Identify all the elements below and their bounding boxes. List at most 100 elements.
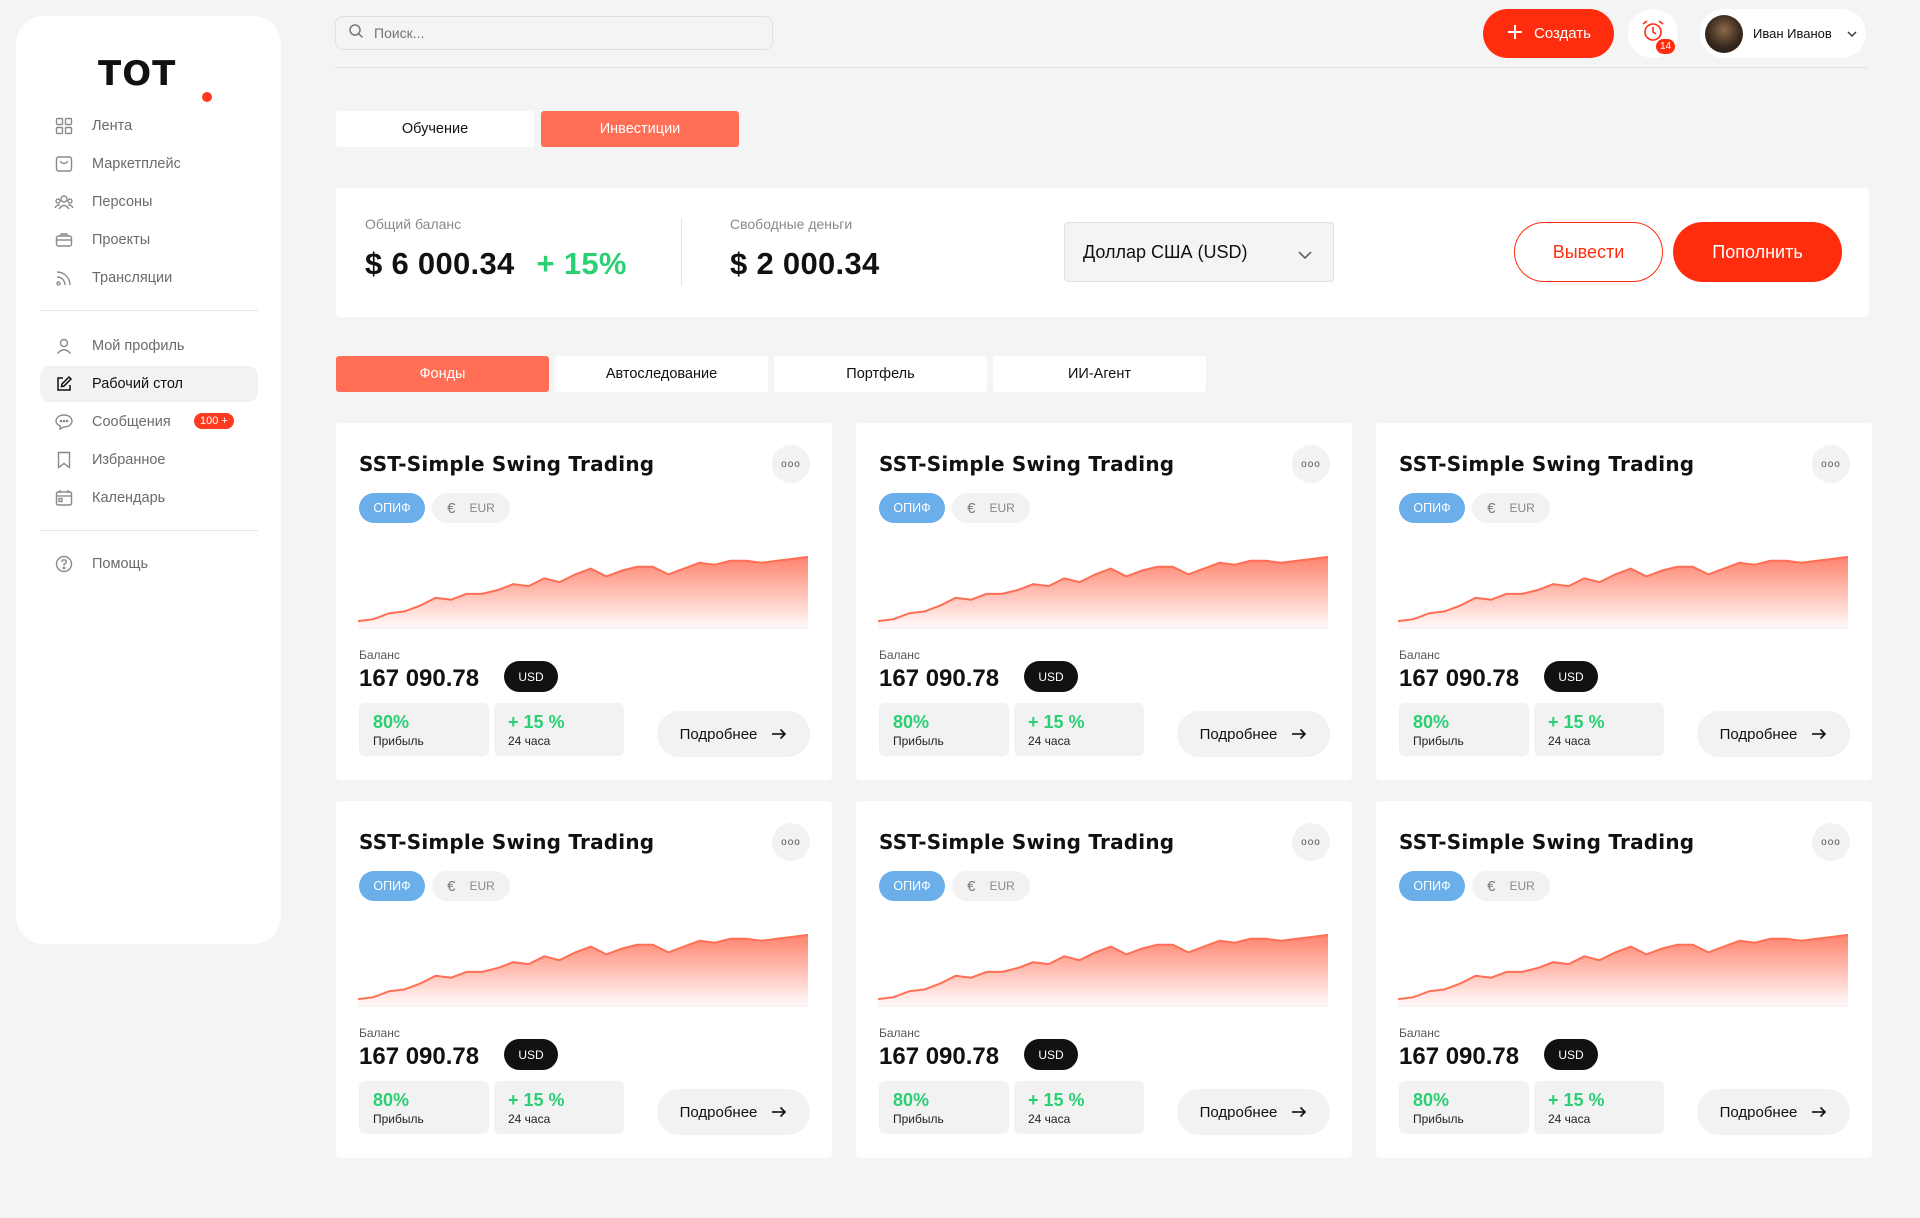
tab-funds[interactable]: Фонды [336,356,549,392]
search-input[interactable] [372,24,756,42]
change-label: 24 часа [1548,1112,1591,1126]
fund-balance-label: Баланс [1399,648,1440,662]
search-box[interactable] [335,16,773,50]
details-button[interactable]: Подробнее [657,1089,810,1135]
change-label: 24 часа [1548,734,1591,748]
fund-title: SST-Simple Swing Trading [1399,452,1695,476]
fund-card[interactable]: SST-Simple Swing Trading ooo ОПИФ € EUR Б… [336,423,832,780]
fund-card[interactable]: SST-Simple Swing Trading ooo ОПИФ € EUR Б… [1376,801,1872,1158]
withdraw-button[interactable]: Вывести [1514,222,1663,282]
sidebar-item-label: Маркетплейс [92,156,181,172]
details-button[interactable]: Подробнее [1697,1089,1850,1135]
more-options-button[interactable]: ooo [1292,823,1330,861]
more-options-button[interactable]: ooo [772,445,810,483]
tab-investments[interactable]: Инвестиции [541,111,739,147]
create-button[interactable]: Создать [1483,9,1614,58]
sidebar-item-feed[interactable]: Лента [40,108,258,144]
more-options-button[interactable]: ooo [772,823,810,861]
fund-currency-badge: USD [504,1039,558,1070]
details-label: Подробнее [679,1103,758,1121]
change-value: + 15 % [1028,1090,1085,1110]
change-stat: + 15 % 24 часа [1534,1081,1664,1134]
currency-tag-label: EUR [469,501,495,515]
plus-icon [1506,22,1524,46]
fund-card[interactable]: SST-Simple Swing Trading ooo ОПИФ € EUR Б… [856,423,1352,780]
chevron-down-icon [1846,25,1858,43]
change-stat: + 15 % 24 часа [1534,703,1664,756]
more-options-button[interactable]: ooo [1812,823,1850,861]
invest-tabs: Фонды Автоследование Портфель ИИ-Агент [336,356,1206,392]
details-button[interactable]: Подробнее [1177,1089,1330,1135]
sidebar-item-marketplace[interactable]: Маркетплейс [40,146,258,182]
balance-divider [681,218,682,286]
details-button[interactable]: Подробнее [1697,711,1850,757]
chevron-down-icon [1297,244,1313,265]
fund-currency-badge: USD [1024,661,1078,692]
tab-portfolio[interactable]: Портфель [774,356,987,392]
more-options-button[interactable]: ooo [1812,445,1850,483]
fund-card[interactable]: SST-Simple Swing Trading ooo ОПИФ € EUR Б… [336,801,832,1158]
change-value: + 15 % [1548,712,1605,732]
broadcast-icon [54,268,74,288]
desk-icon [54,374,74,394]
sidebar-item-label: Проекты [92,232,151,248]
profit-value: 80% [1413,712,1450,732]
sidebar-item-help[interactable]: Помощь [40,546,258,582]
sidebar-item-label: Избранное [92,452,166,468]
sidebar-item-favorites[interactable]: Избранное [40,442,258,478]
currency-select[interactable]: Доллар США (USD) [1064,222,1334,282]
fund-card[interactable]: SST-Simple Swing Trading ooo ОПИФ € EUR Б… [856,801,1352,1158]
chart-area [878,934,1328,1007]
details-button[interactable]: Подробнее [1177,711,1330,757]
nav-tertiary: Помощь [40,546,258,584]
arrow-right-icon [1291,728,1307,740]
logo-dot [202,92,212,102]
sidebar-item-personas[interactable]: Персоны [40,184,258,220]
deposit-button[interactable]: Пополнить [1673,222,1842,282]
fund-balance-label: Баланс [359,1026,400,1040]
more-dots-icon: ooo [781,458,801,470]
chart-area [358,934,808,1007]
fund-chart [1398,555,1848,629]
notifications-button[interactable]: 14 [1628,9,1678,58]
euro-icon: € [967,877,976,895]
fund-balance-label: Баланс [879,1026,920,1040]
more-dots-icon: ooo [1301,458,1321,470]
fund-chart [878,555,1328,629]
fund-balance: 167 090.78 [879,1043,1000,1070]
sidebar-item-desktop[interactable]: Рабочий стол [40,366,258,402]
section-tabs: Обучение Инвестиции [336,111,739,147]
sidebar-item-profile[interactable]: Мой профиль [40,328,258,364]
more-options-button[interactable]: ooo [1292,445,1330,483]
balance-card: Общий баланс $ 6 000.34 + 15% Свободные д… [336,188,1869,317]
tab-ai-agent[interactable]: ИИ-Агент [993,356,1206,392]
notifications-badge: 14 [1656,39,1676,54]
total-balance-value: $ 6 000.34 + 15% [365,246,627,282]
tab-learning[interactable]: Обучение [336,111,534,147]
user-menu[interactable]: Иван Иванов [1700,9,1866,58]
profit-stat: 80% Прибыль [1399,1081,1529,1134]
chart-area [358,556,808,629]
currency-tag: € EUR [1472,493,1550,523]
sidebar-item-calendar[interactable]: Календарь [40,480,258,516]
fund-balance: 167 090.78 [1399,665,1520,692]
euro-icon: € [1487,499,1496,517]
total-balance-label: Общий баланс [365,216,462,232]
nav-primary: Лента Маркетплейс Персоны Проекты Трансл… [40,108,258,329]
logo[interactable]: ТОТ [98,44,218,104]
profit-stat: 80% Прибыль [359,1081,489,1134]
calendar-icon [54,488,74,508]
total-balance-change: + 15% [536,246,627,281]
topbar-divider [335,67,1867,68]
profit-stat: 80% Прибыль [1399,703,1529,756]
sidebar-item-broadcasts[interactable]: Трансляции [40,260,258,296]
sidebar-item-messages[interactable]: Сообщения 100 + [40,404,258,440]
sidebar-item-projects[interactable]: Проекты [40,222,258,258]
tab-autofollow[interactable]: Автоследование [555,356,768,392]
fund-card[interactable]: SST-Simple Swing Trading ooo ОПИФ € EUR Б… [1376,423,1872,780]
euro-icon: € [1487,877,1496,895]
details-button[interactable]: Подробнее [657,711,810,757]
change-stat: + 15 % 24 часа [1014,703,1144,756]
details-label: Подробнее [679,725,758,743]
briefcase-icon [54,230,74,250]
